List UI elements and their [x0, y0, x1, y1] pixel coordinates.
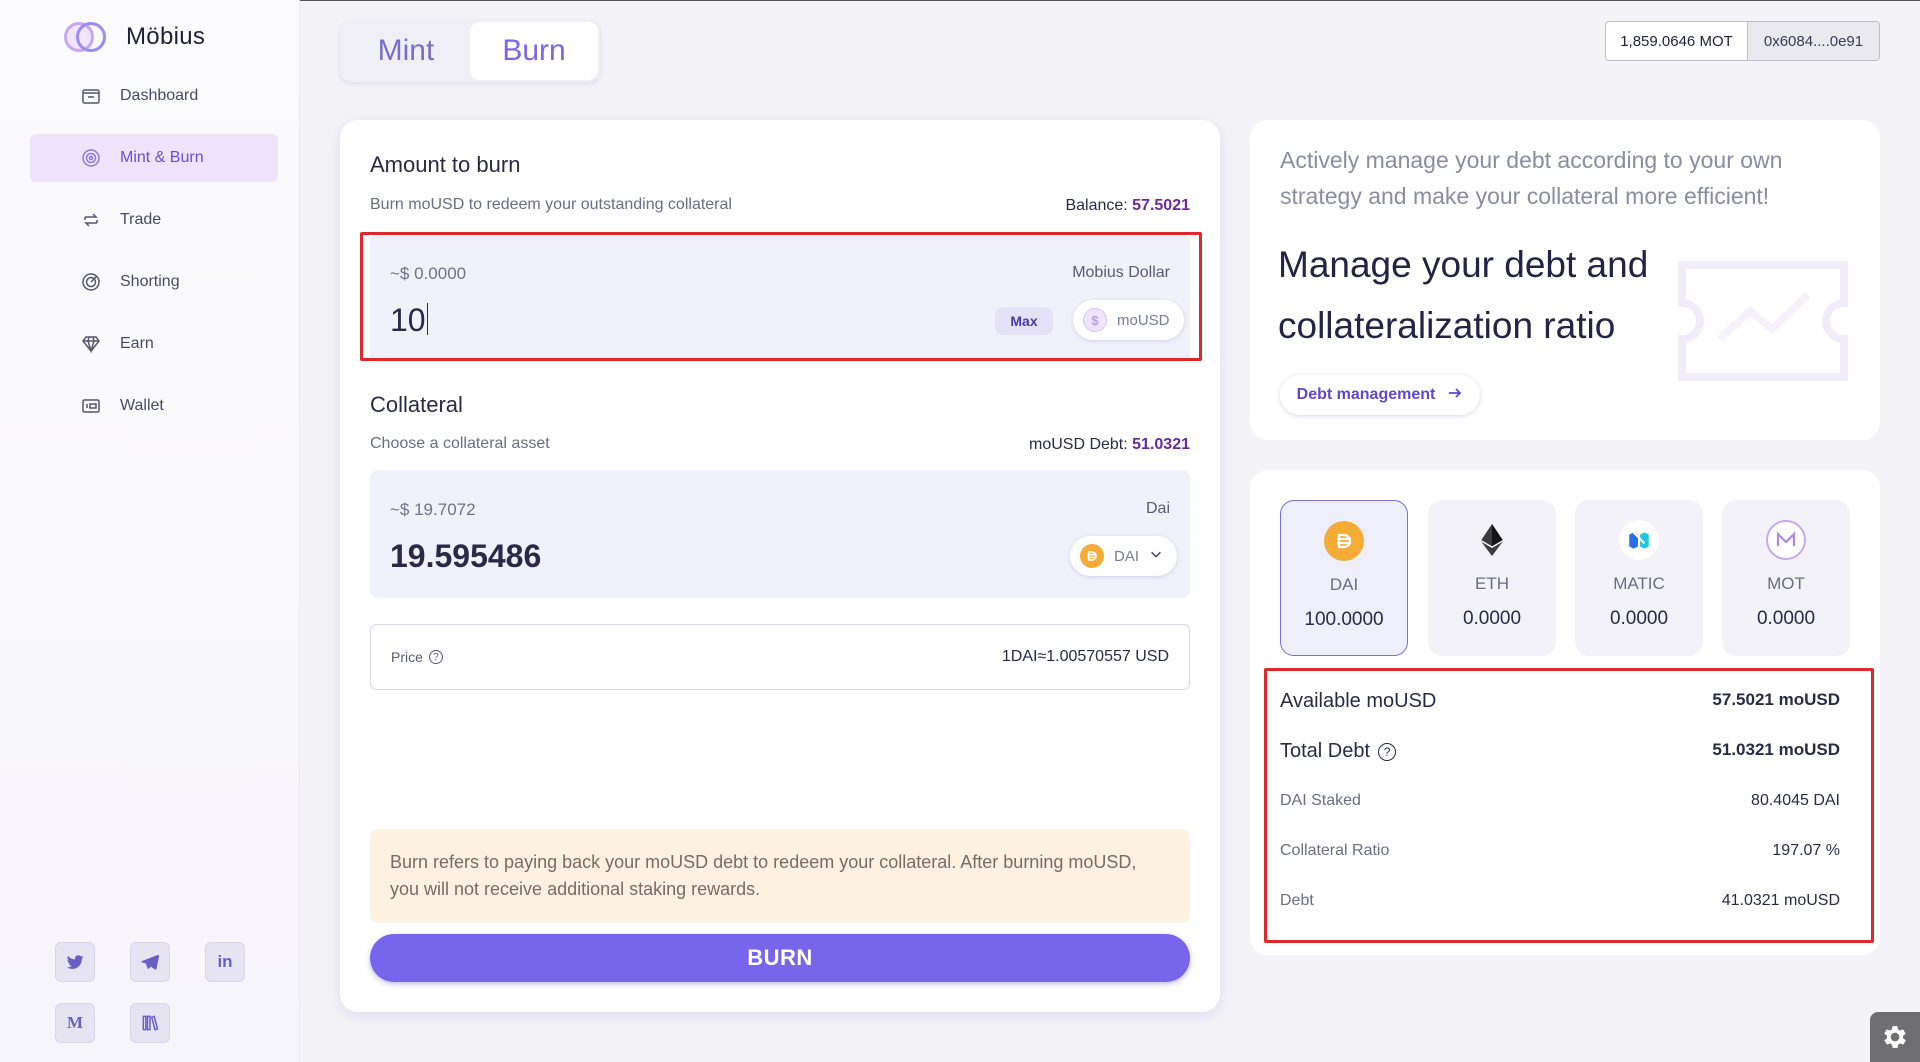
mousd-debt-readout: moUSD Debt: 51.0321: [1029, 436, 1190, 454]
eth-token-icon: [1472, 520, 1512, 560]
asset-name: MOT: [1767, 574, 1805, 593]
asset-amount: 0.0000: [1756, 608, 1816, 629]
telegram-icon[interactable]: [130, 942, 170, 982]
promo-headline: Manage your debt and collateralization r…: [1278, 244, 1649, 346]
dashboard-icon: [80, 85, 102, 107]
price-value: 1DAI≈1.00570557 USD: [1001, 648, 1169, 665]
tab-burn[interactable]: Burn: [470, 22, 598, 80]
sidebar-item-wallet[interactable]: Wallet: [30, 382, 278, 430]
asset-amount: 0.0000: [1462, 608, 1522, 629]
collateral-token-select[interactable]: DAI: [1070, 536, 1178, 576]
matic-token-icon: [1619, 520, 1659, 560]
promo-lead: Actively manage your debt according to y…: [1280, 147, 1783, 209]
wallet-address-button[interactable]: 0x6084....0e91: [1748, 21, 1880, 61]
mint-burn-tabs: Mint Burn: [340, 20, 600, 82]
collateral-title: Collateral: [370, 392, 463, 417]
asset-name: MATIC: [1613, 574, 1665, 593]
collateral-token-label: DAI: [1114, 547, 1140, 565]
burn-card: Amount to burn Burn moUSD to redeem your…: [340, 120, 1220, 1012]
help-icon[interactable]: ?: [428, 650, 443, 664]
mint-burn-icon: [80, 147, 102, 169]
sidebar-item-label: Dashboard: [120, 87, 199, 104]
mousd-debt-label: moUSD Debt:: [1029, 436, 1128, 453]
wallet-status: 1,859.0646 MOT 0x6084....0e91: [1605, 21, 1880, 61]
sidebar-item-label: Shorting: [120, 273, 180, 290]
sidebar-item-trade[interactable]: Trade: [30, 196, 278, 244]
sidebar: Möbius Dashboard Mint & Burn Trade Short…: [0, 0, 300, 1062]
price-label: Price ?: [391, 649, 443, 665]
sidebar-item-label: Trade: [120, 211, 162, 228]
sidebar-item-label: Wallet: [120, 397, 164, 414]
highlight-box-amount: [360, 232, 1202, 361]
sidebar-item-label: Earn: [120, 335, 154, 352]
dai-token-icon: [1324, 521, 1364, 561]
asset-amount: 0.0000: [1609, 608, 1669, 629]
settings-gear-button[interactable]: [1870, 1012, 1920, 1062]
balance-readout: Balance: 57.5021: [1065, 197, 1190, 215]
wallet-icon: [80, 395, 102, 417]
chart-illustration-icon: [1678, 261, 1848, 381]
sidebar-item-dashboard[interactable]: Dashboard: [30, 72, 278, 120]
asset-tile-eth[interactable]: ETH 0.0000: [1428, 500, 1556, 656]
collateral-usd-value: ~$ 19.7072: [390, 500, 476, 519]
balance-value: 57.5021: [1132, 197, 1190, 214]
highlight-box-stats: [1264, 668, 1874, 943]
asset-amount: 100.0000: [1304, 609, 1384, 630]
docs-icon[interactable]: [130, 1003, 170, 1043]
app-name: Möbius: [126, 23, 206, 50]
asset-tile-mot[interactable]: MOT 0.0000: [1722, 500, 1850, 656]
amount-title: Amount to burn: [370, 152, 521, 177]
sidebar-nav: Dashboard Mint & Burn Trade Shorting Ear…: [30, 72, 278, 444]
burn-notice: Burn refers to paying back your moUSD de…: [370, 829, 1190, 923]
target-icon: [80, 271, 102, 293]
twitter-icon[interactable]: [55, 942, 95, 982]
collateral-amount: 19.595486: [390, 538, 542, 574]
logo[interactable]: Möbius: [62, 20, 205, 54]
collateral-asset-name: Dai: [1145, 500, 1170, 517]
asset-tile-matic[interactable]: MATIC 0.0000: [1575, 500, 1703, 656]
medium-icon[interactable]: M: [55, 1003, 95, 1043]
gear-icon: [1884, 1026, 1906, 1048]
mobius-logo-icon: [62, 20, 106, 54]
sidebar-item-shorting[interactable]: Shorting: [30, 258, 278, 306]
mot-token-icon: [1766, 520, 1806, 560]
collateral-box: ~$ 19.7072 Dai 19.595486 DAI: [370, 470, 1190, 598]
balance-label: Balance:: [1065, 197, 1128, 214]
asset-name: ETH: [1475, 574, 1509, 593]
collateral-subtitle: Choose a collateral asset: [370, 435, 550, 452]
price-box: Price ? 1DAI≈1.00570557 USD: [370, 624, 1190, 690]
sidebar-item-earn[interactable]: Earn: [30, 320, 278, 368]
debt-management-button[interactable]: Debt management: [1280, 375, 1480, 415]
sidebar-item-label: Mint & Burn: [120, 149, 204, 166]
asset-name: DAI: [1329, 575, 1359, 594]
linkedin-icon[interactable]: in: [205, 942, 245, 982]
sidebar-item-mint-burn[interactable]: Mint & Burn: [30, 134, 278, 182]
chevron-down-icon: [1149, 547, 1163, 565]
dai-token-icon: [1080, 544, 1104, 568]
tab-mint[interactable]: Mint: [342, 22, 470, 80]
collateral-assets-card: DAI 100.0000 ETH 0.0000 MATIC 0.0000 MOT…: [1250, 470, 1880, 955]
arrow-right-icon: [1447, 385, 1463, 406]
trade-icon: [80, 209, 102, 231]
mousd-debt-value: 51.0321: [1132, 436, 1190, 453]
diamond-icon: [80, 333, 102, 355]
asset-tile-dai[interactable]: DAI 100.0000: [1280, 500, 1408, 656]
debt-promo-card: Actively manage your debt according to y…: [1250, 120, 1880, 440]
mot-balance: 1,859.0646 MOT: [1605, 21, 1748, 61]
burn-button[interactable]: BURN: [370, 934, 1190, 982]
amount-subtitle: Burn moUSD to redeem your outstanding co…: [370, 196, 732, 213]
